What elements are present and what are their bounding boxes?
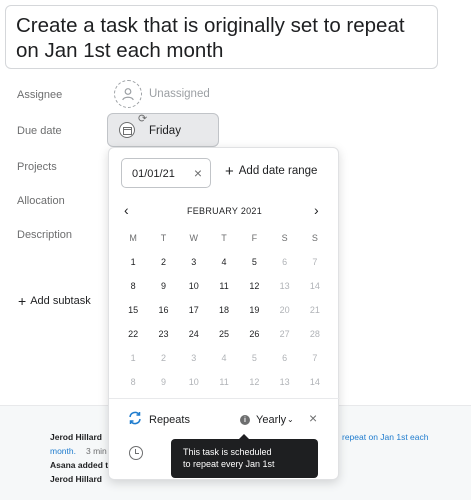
calendar-day[interactable]: 4 (209, 346, 239, 370)
date-picker-popover: 01/01/21 × + Add date range ‹ FEBRUARY 2… (108, 147, 340, 480)
calendar-icon (119, 122, 135, 138)
calendar-day[interactable]: 2 (148, 250, 178, 274)
weekday-header: T (221, 233, 227, 243)
repeats-label: Repeats (149, 414, 190, 426)
calendar-day[interactable]: 13 (269, 370, 299, 394)
divider (109, 398, 340, 399)
plus-icon: + (18, 292, 27, 309)
calendar-day[interactable]: 22 (118, 322, 148, 346)
calendar-day[interactable]: 9 (148, 274, 178, 298)
add-subtask-button[interactable]: + Add subtask (18, 292, 91, 309)
remove-repeat-icon[interactable]: × (309, 410, 317, 426)
user-icon (122, 88, 134, 101)
tooltip-line: This task is scheduled (183, 447, 272, 457)
calendar-day[interactable]: 1 (118, 346, 148, 370)
repeat-tooltip: This task is scheduled to repeat every J… (171, 434, 318, 478)
calendar-day[interactable]: 15 (118, 298, 148, 322)
calendar-day[interactable]: 24 (179, 322, 209, 346)
add-date-range-button[interactable]: + Add date range (225, 162, 318, 180)
repeat-icon (129, 411, 141, 425)
assignee-label: Assignee (17, 89, 63, 101)
assignee-value[interactable]: Unassigned (149, 88, 210, 100)
due-date-value: Friday (149, 125, 181, 137)
calendar-day[interactable]: 16 (148, 298, 178, 322)
weekday-header: S (311, 233, 318, 243)
activity-entry-system: Asana added t (50, 460, 109, 470)
add-subtask-label: Add subtask (30, 295, 91, 307)
frequency-select[interactable]: Yearly (256, 414, 286, 426)
allocation-label: Allocation (17, 195, 65, 207)
info-icon[interactable]: i (240, 415, 250, 425)
close-icon[interactable]: × (194, 165, 202, 181)
date-input-value: 01/01/21 (132, 168, 175, 180)
calendar-day[interactable]: 1 (118, 250, 148, 274)
calendar-day[interactable]: 21 (300, 298, 330, 322)
activity-entry: Jerod Hillard (50, 474, 102, 484)
calendar-day[interactable]: 9 (148, 370, 178, 394)
due-date-label: Due date (17, 125, 62, 137)
weekday-header: W (189, 233, 198, 243)
calendar-day[interactable]: 10 (179, 274, 209, 298)
calendar-day[interactable]: 12 (239, 274, 269, 298)
plus-icon: + (225, 162, 234, 180)
calendar-day[interactable]: 4 (209, 250, 239, 274)
calendar-day[interactable]: 18 (209, 298, 239, 322)
weekday-header: S (281, 233, 288, 243)
calendar-day[interactable]: 11 (209, 274, 239, 298)
activity-entry: Jerod Hillard (50, 432, 102, 442)
add-date-range-label: Add date range (238, 165, 318, 177)
calendar-day[interactable]: 8 (118, 274, 148, 298)
calendar-day[interactable]: 27 (269, 322, 299, 346)
task-title-input[interactable]: Create a task that is originally set to … (5, 5, 438, 69)
calendar-day[interactable]: 28 (300, 322, 330, 346)
calendar-day[interactable]: 23 (148, 322, 178, 346)
chevron-right-icon[interactable]: › (314, 202, 319, 218)
activity-link[interactable]: repeat on Jan 1st each (342, 432, 428, 442)
calendar-day[interactable]: 25 (209, 322, 239, 346)
clock-icon[interactable] (129, 446, 143, 460)
description-label: Description (17, 229, 73, 241)
calendar-day[interactable]: 3 (179, 346, 209, 370)
weekday-header: F (251, 233, 258, 243)
calendar-day[interactable]: 8 (118, 370, 148, 394)
tooltip-line: to repeat every Jan 1st (183, 459, 275, 469)
calendar-day[interactable]: 7 (300, 346, 330, 370)
activity-link-cont[interactable]: month. (50, 446, 76, 456)
assignee-avatar[interactable] (114, 80, 142, 108)
repeat-icon: ⟳ (138, 113, 148, 125)
calendar-day[interactable]: 11 (209, 370, 239, 394)
calendar-day[interactable]: 6 (269, 346, 299, 370)
calendar-day[interactable]: 10 (179, 370, 209, 394)
calendar-day[interactable]: 19 (239, 298, 269, 322)
calendar-day[interactable]: 14 (300, 370, 330, 394)
calendar-day[interactable]: 2 (148, 346, 178, 370)
calendar-day[interactable]: 13 (269, 274, 299, 298)
calendar-day[interactable]: 5 (239, 250, 269, 274)
calendar-grid: M T W T F S S 1 2 3 4 5 6 7 8 9 10 11 12 13 14 15 16 17 18 19 20 21… (118, 226, 330, 394)
calendar-day[interactable]: 26 (239, 322, 269, 346)
calendar-day[interactable]: 17 (179, 298, 209, 322)
date-input[interactable]: 01/01/21 × (121, 158, 211, 188)
calendar-day[interactable]: 14 (300, 274, 330, 298)
calendar-day[interactable]: 3 (179, 250, 209, 274)
weekday-header: T (160, 233, 167, 243)
activity-time: 3 min (86, 446, 107, 456)
calendar-day[interactable]: 12 (239, 370, 269, 394)
calendar-day[interactable]: 6 (269, 250, 299, 274)
month-label: FEBRUARY 2021 (186, 206, 263, 216)
weekday-header: M (129, 233, 137, 243)
due-date-button[interactable]: ⟳ Friday (107, 113, 219, 147)
calendar-day[interactable]: 5 (239, 346, 269, 370)
projects-label: Projects (17, 161, 57, 173)
calendar-day[interactable]: 20 (269, 298, 299, 322)
calendar-day[interactable]: 7 (300, 250, 330, 274)
chevron-down-icon[interactable]: ⌄ (287, 415, 294, 424)
